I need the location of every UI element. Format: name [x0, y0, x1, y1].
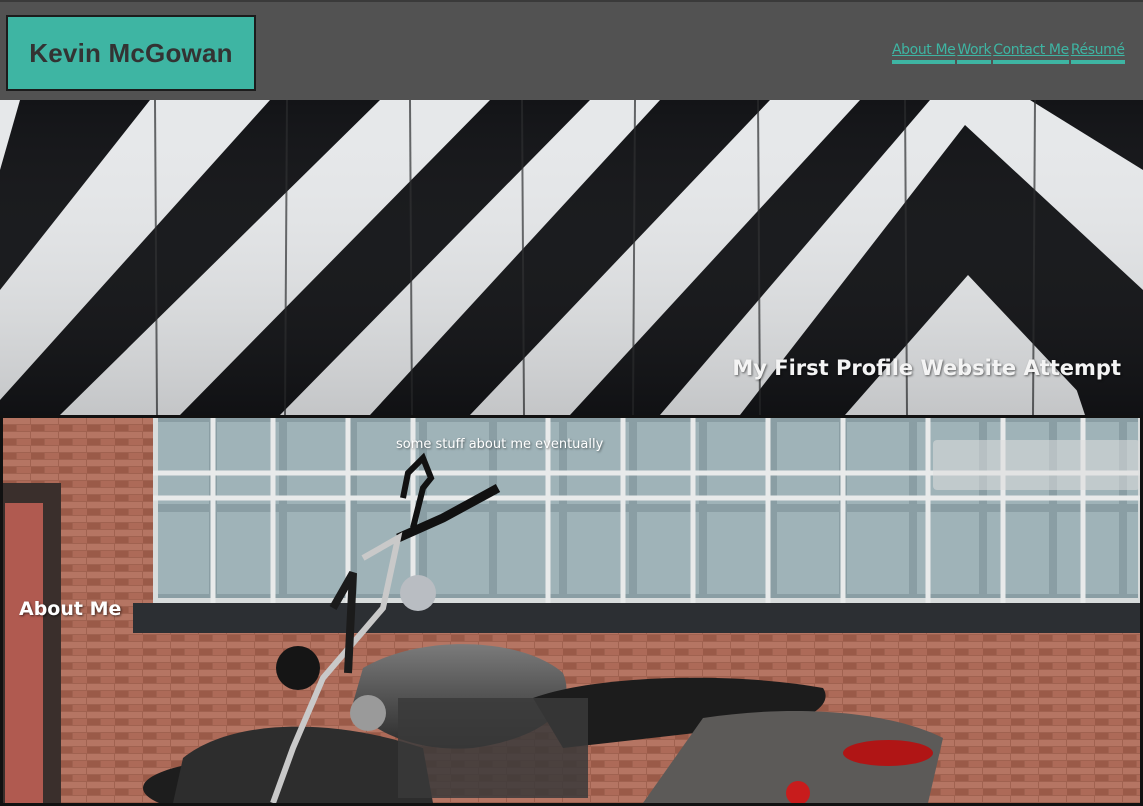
site-header: Kevin McGowan About Me Work Contact Me Résu… [0, 0, 1143, 100]
site-logo[interactable]: Kevin McGowan [6, 15, 256, 91]
nav-link-resume[interactable]: Résumé [1070, 42, 1125, 64]
about-section: some stuff about me eventually About Me [0, 415, 1143, 806]
motorcycle-background-image [3, 418, 1140, 803]
sign-board [933, 440, 1140, 490]
hero-banner: My First Profile Website Attempt [0, 100, 1143, 415]
nav-link-contact-me[interactable]: Contact Me [993, 42, 1069, 64]
main-nav: About Me Work Contact Me Résumé [892, 42, 1127, 64]
hero-caption: My First Profile Website Attempt [732, 356, 1121, 380]
nav-link-about-me[interactable]: About Me [892, 42, 956, 64]
logo-text: Kevin McGowan [29, 37, 233, 68]
about-subtitle: some stuff about me eventually [396, 437, 604, 452]
about-heading: About Me [19, 598, 122, 620]
nav-link-work[interactable]: Work [957, 42, 992, 64]
